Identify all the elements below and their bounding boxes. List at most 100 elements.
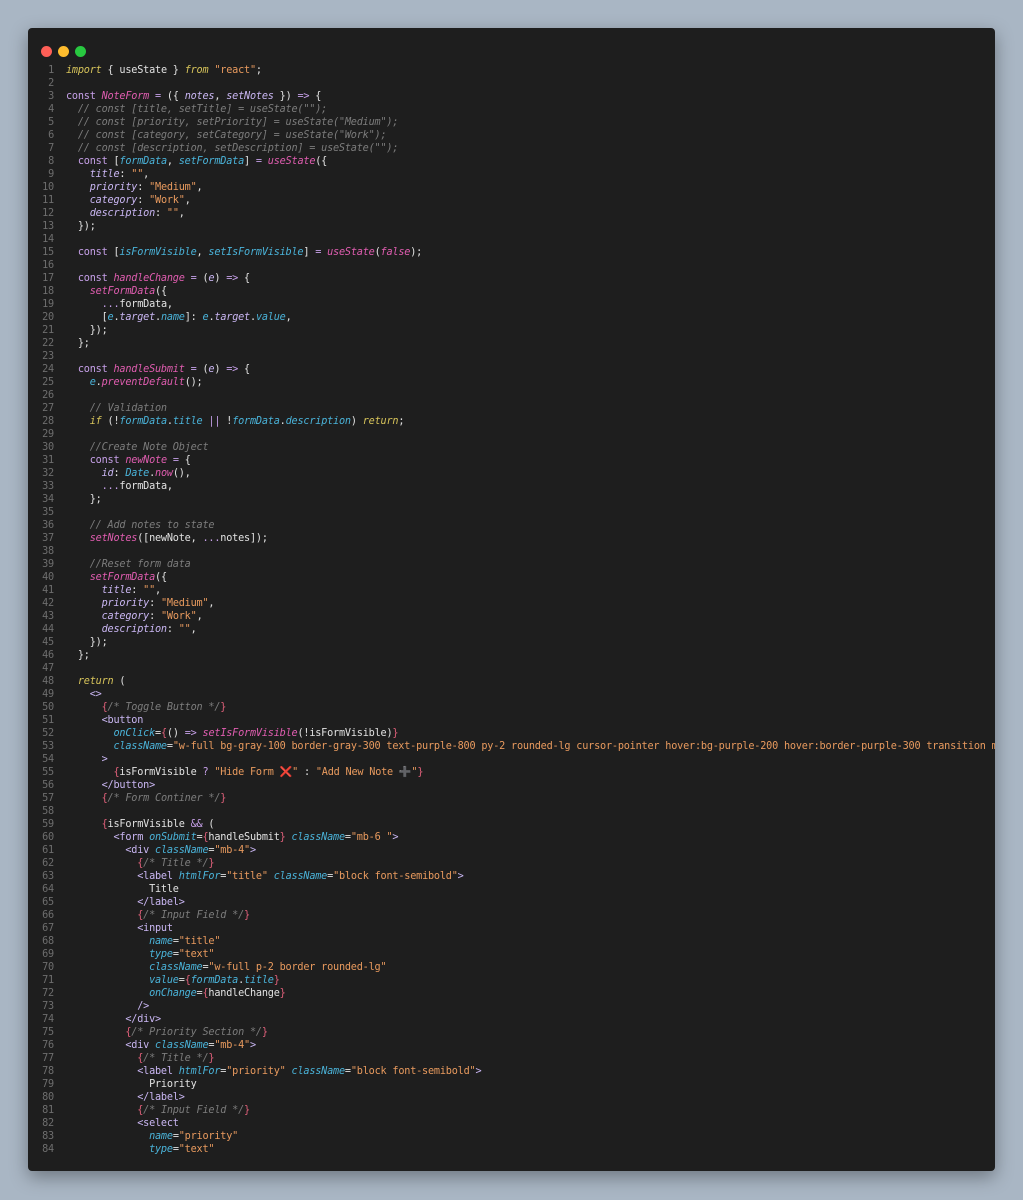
- code-token: :: [119, 169, 132, 180]
- line-number: 67: [42, 923, 54, 934]
- code-line: 68 name="title": [28, 935, 995, 948]
- line-number: 66: [42, 910, 54, 921]
- code-token: ...: [66, 299, 120, 310]
- code-token: /* Form Continer */: [107, 793, 221, 804]
- line-number: 33: [42, 481, 54, 492]
- code-token: id: [66, 468, 114, 479]
- code-token: isFormVisible: [107, 819, 191, 830]
- code-token: setIsFormVisible: [208, 247, 304, 258]
- code-token: // const [category, setCategory] = useSt…: [66, 130, 387, 141]
- line-number: 24: [42, 364, 54, 375]
- code-token: setIsFormVisible: [202, 728, 298, 739]
- code-token: /* Toggle Button */: [107, 702, 221, 713]
- code-token: "": [166, 208, 179, 219]
- line-number: 30: [42, 442, 54, 453]
- code-line: 60 <form onSubmit={handleSubmit} classNa…: [28, 831, 995, 844]
- code-line: 8 const [formData, setFormData] = useSta…: [28, 155, 995, 168]
- code-line: 74 </div>: [28, 1013, 995, 1026]
- code-token: ([newNote,: [137, 533, 203, 544]
- code-token: isFormVisible: [119, 767, 203, 778]
- code-token: "title": [226, 871, 268, 882]
- code-token: >: [249, 1040, 256, 1051]
- code-token: description: [66, 624, 167, 635]
- code-token: "priority": [226, 1066, 286, 1077]
- code-line: 79 Priority: [28, 1078, 995, 1091]
- code-token: :: [149, 611, 161, 622]
- code-token: formData: [190, 975, 239, 986]
- code-line: 21 });: [28, 324, 995, 337]
- line-number: 36: [42, 520, 54, 531]
- line-number: 7: [48, 143, 54, 154]
- code-token: </label>: [66, 897, 185, 908]
- code-line: 61 <div className="mb-4">: [28, 844, 995, 857]
- code-token: {: [178, 455, 191, 466]
- code-line: 47: [28, 662, 995, 675]
- code-token: newNote: [125, 455, 167, 466]
- line-number: 84: [42, 1144, 54, 1155]
- code-token: "Work": [149, 195, 185, 206]
- code-line: 54 >: [28, 753, 995, 766]
- code-token: {: [66, 1105, 144, 1116]
- line-number: 39: [42, 559, 54, 570]
- code-token: title: [66, 585, 132, 596]
- code-token: "": [143, 585, 156, 596]
- code-token: >: [457, 871, 464, 882]
- code-token: =>: [184, 728, 197, 739]
- code-token: target: [119, 312, 156, 323]
- code-token: {: [66, 767, 120, 778]
- code-token: ,: [190, 624, 197, 635]
- code-token: :: [137, 195, 150, 206]
- code-line: 6 // const [category, setCategory] = use…: [28, 129, 995, 142]
- code-token: (),: [172, 468, 191, 479]
- code-token: :: [113, 468, 126, 479]
- code-editor[interactable]: 1 import { useState } from "react"; 2 3 cons…: [28, 64, 995, 1156]
- code-token: (!: [101, 416, 120, 427]
- line-number: 37: [42, 533, 54, 544]
- line-number: 76: [42, 1040, 54, 1051]
- code-token: (: [196, 273, 209, 284]
- code-line: 57 {/* Form Continer */}: [28, 792, 995, 805]
- code-token: value: [255, 312, 286, 323]
- code-token: category: [66, 195, 138, 206]
- code-token: notes: [184, 91, 215, 102]
- code-token: }: [244, 1105, 250, 1116]
- code-token: }: [273, 975, 280, 986]
- code-token: />: [66, 1001, 150, 1012]
- minimize-dot-icon[interactable]: [58, 46, 69, 57]
- code-token: }: [220, 793, 227, 804]
- line-number: 53: [42, 741, 54, 752]
- code-token: title: [172, 416, 203, 427]
- line-number: 13: [42, 221, 54, 232]
- line-number: 81: [42, 1105, 54, 1116]
- code-token: Date: [125, 468, 150, 479]
- code-token: };: [66, 650, 90, 661]
- code-line: 23: [28, 350, 995, 363]
- code-token: formData: [119, 156, 167, 167]
- code-line: 84 type="text": [28, 1143, 995, 1156]
- close-dot-icon[interactable]: [41, 46, 52, 57]
- code-token: "mb-4": [214, 1040, 250, 1051]
- code-token: "Work": [160, 611, 197, 622]
- code-line: 12 description: "",: [28, 207, 995, 220]
- code-line: 70 className="w-full p-2 border rounded-…: [28, 961, 995, 974]
- code-token: ,: [196, 182, 203, 193]
- code-token: <input: [66, 923, 173, 934]
- maximize-dot-icon[interactable]: [75, 46, 86, 57]
- line-number: 21: [42, 325, 54, 336]
- code-line: 26: [28, 389, 995, 402]
- line-number: 40: [42, 572, 54, 583]
- code-token: /* Input Field */: [143, 1105, 245, 1116]
- code-line: 55 {isFormVisible ? "Hide Form ❌" : "Add…: [28, 766, 995, 779]
- line-number: 50: [42, 702, 54, 713]
- line-number: 62: [42, 858, 54, 869]
- code-line: 35: [28, 506, 995, 519]
- code-token: ]:: [184, 312, 203, 323]
- code-token: :: [149, 598, 161, 609]
- code-line: 43 category: "Work",: [28, 610, 995, 623]
- line-number: 68: [42, 936, 54, 947]
- code-token: {: [238, 364, 250, 375]
- line-number: 28: [42, 416, 54, 427]
- code-token: ,: [143, 169, 150, 180]
- code-token: preventDefault: [101, 377, 185, 388]
- code-line: 58: [28, 805, 995, 818]
